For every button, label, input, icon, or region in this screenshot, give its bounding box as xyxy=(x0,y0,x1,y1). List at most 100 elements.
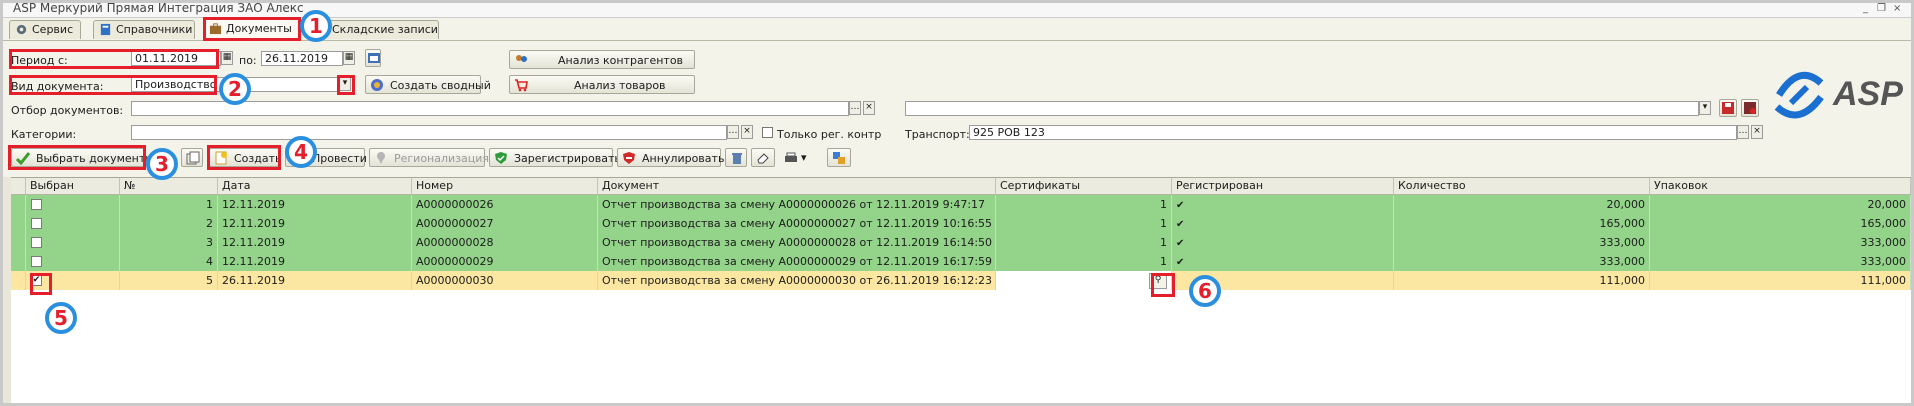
table-header: Выбран № Дата Номер Документ Сертификаты… xyxy=(11,178,1911,195)
only-reg-label: Только рег. контр xyxy=(777,128,882,141)
row-checkbox[interactable] xyxy=(31,256,42,267)
packs-cell: 333,000 xyxy=(1650,252,1911,271)
printer-icon xyxy=(785,152,797,162)
checkmark-icon: ✔ xyxy=(1176,238,1185,249)
n-cell: 4 xyxy=(120,252,218,271)
only-reg-checkbox[interactable] xyxy=(762,127,773,138)
column-header[interactable]: Регистрирован xyxy=(1172,178,1394,194)
row-marker xyxy=(11,233,26,252)
save-filter-button[interactable] xyxy=(1719,99,1737,117)
n-cell: 5 xyxy=(120,271,218,290)
filter-combo[interactable] xyxy=(905,101,1699,116)
tab-references[interactable]: Справочники xyxy=(93,20,195,39)
close-button[interactable]: × xyxy=(1893,3,1901,14)
qty-cell: 165,000 xyxy=(1394,214,1650,233)
table-row[interactable]: 1 12.11.2019 А0000000026 Отчет производства… xyxy=(11,195,1911,214)
table-row[interactable]: 4 12.11.2019 А0000000029 Отчет производства… xyxy=(11,252,1911,271)
certs-cell: 1 xyxy=(996,214,1172,233)
row-checkbox[interactable] xyxy=(31,218,42,229)
transport-label: Транспорт: xyxy=(905,128,970,141)
chevron-down-icon[interactable]: ▾ xyxy=(1699,101,1711,115)
ellipsis-icon[interactable]: … xyxy=(849,101,861,115)
doc-cell: Отчет производства за смену А0000000027 … xyxy=(598,214,996,233)
floppy-icon xyxy=(1722,102,1734,114)
clear-icon[interactable]: × xyxy=(1751,125,1763,139)
print-button[interactable]: ▾ xyxy=(779,148,813,167)
delete-filter-button[interactable] xyxy=(1741,99,1759,117)
create-summary-button[interactable]: Создать сводный xyxy=(365,75,491,94)
clear-icon[interactable]: × xyxy=(863,101,875,115)
app-window: ASP Меркурий Прямая Интеграция ЗАО Алекс… xyxy=(0,0,1914,406)
selected-cell xyxy=(26,195,120,214)
tab-documents[interactable]: Документы xyxy=(203,19,301,40)
annotation-badge-2: 2 xyxy=(219,73,251,105)
n-cell: 1 xyxy=(120,195,218,214)
analyze-counterparties-button[interactable]: Анализ контрагентов xyxy=(509,50,695,69)
calendar-icon[interactable]: ▦ xyxy=(221,51,233,65)
column-header[interactable]: Выбран xyxy=(26,178,120,194)
regionalization-button[interactable]: Регионализация xyxy=(369,148,489,167)
row-checkbox[interactable] xyxy=(31,199,42,210)
date-cell: 26.11.2019 xyxy=(218,271,412,290)
categories-label: Категории: xyxy=(11,128,77,141)
column-header[interactable]: Номер xyxy=(412,178,598,194)
period-select-button[interactable] xyxy=(365,49,381,67)
delete-button[interactable] xyxy=(725,148,747,167)
magnifier-icon[interactable]: ⚲ xyxy=(1149,273,1167,289)
map-pin-icon xyxy=(377,152,385,164)
period-label: Период с: xyxy=(11,54,68,67)
eraser-button[interactable] xyxy=(751,148,775,167)
gear-icon xyxy=(16,24,27,35)
table-row[interactable]: 3 12.11.2019 А0000000028 Отчет производства… xyxy=(11,233,1911,252)
date-cell: 12.11.2019 xyxy=(218,195,412,214)
table-row[interactable]: ✔ 5 26.11.2019 А0000000030 Отчет производств… xyxy=(11,271,1911,290)
column-header[interactable]: Количество xyxy=(1394,178,1650,194)
qty-cell: 333,000 xyxy=(1394,252,1650,271)
column-header[interactable]: Упаковок xyxy=(1650,178,1911,194)
doc-cell: Отчет производства за смену А0000000029 … xyxy=(598,252,996,271)
column-header[interactable]: Сертификаты xyxy=(996,178,1172,194)
column-header[interactable]: Документ xyxy=(598,178,996,194)
analyze-goods-button[interactable]: Анализ товаров xyxy=(509,75,695,94)
period-from-field[interactable]: 01.11.2019 xyxy=(131,51,221,66)
book-icon xyxy=(100,23,111,36)
clear-icon[interactable]: × xyxy=(741,125,753,139)
annotation-badge-3: 3 xyxy=(146,148,178,180)
selection-label: Отбор документов: xyxy=(11,104,124,117)
ellipsis-icon[interactable]: … xyxy=(727,125,739,139)
table-row[interactable]: 2 12.11.2019 А0000000027 Отчет производства… xyxy=(11,214,1911,233)
checkmark-icon: ✔ xyxy=(1176,219,1185,230)
chevron-down-icon[interactable]: ▾ xyxy=(339,77,351,91)
number-cell: А0000000026 xyxy=(412,195,598,214)
summary-icon xyxy=(371,79,383,91)
ellipsis-icon[interactable]: … xyxy=(1737,125,1749,139)
column-header[interactable]: Дата xyxy=(218,178,412,194)
categories-field[interactable] xyxy=(131,125,727,140)
row-checkbox[interactable]: ✔ xyxy=(31,275,42,286)
cancel-button[interactable]: Аннулировать xyxy=(617,148,724,167)
row-marker xyxy=(11,252,26,271)
export-button[interactable] xyxy=(827,148,851,167)
packs-cell: 111,000 xyxy=(1650,271,1911,290)
calendar-icon[interactable]: ▦ xyxy=(343,51,355,65)
restore-button[interactable]: ❐ xyxy=(1877,3,1886,14)
shield-check-icon xyxy=(495,152,507,164)
column-header[interactable]: № xyxy=(120,178,218,194)
trash-icon xyxy=(732,153,742,164)
doc-cell: Отчет производства за смену А0000000030 … xyxy=(598,271,996,290)
annotation-badge-4: 4 xyxy=(285,136,317,168)
registered-cell: ✔ xyxy=(1172,233,1394,252)
period-to-field[interactable]: 26.11.2019 xyxy=(261,51,343,66)
doctype-label: Вид документа: xyxy=(11,80,104,93)
register-button[interactable]: Зарегистрировать xyxy=(489,148,621,167)
minimize-button[interactable]: _ xyxy=(1863,3,1868,14)
transport-field[interactable]: 925 РОВ 123 xyxy=(969,125,1737,140)
asp-logo-text: ASP xyxy=(1833,75,1903,113)
tab-service[interactable]: Сервис xyxy=(9,20,81,39)
row-checkbox[interactable] xyxy=(31,237,42,248)
certs-cell: 1 xyxy=(996,252,1172,271)
date-cell: 12.11.2019 xyxy=(218,233,412,252)
copy-button[interactable] xyxy=(181,148,203,167)
create-button[interactable]: Создать xyxy=(209,148,282,167)
select-documents-button[interactable]: Выбрать документы xyxy=(11,148,154,167)
